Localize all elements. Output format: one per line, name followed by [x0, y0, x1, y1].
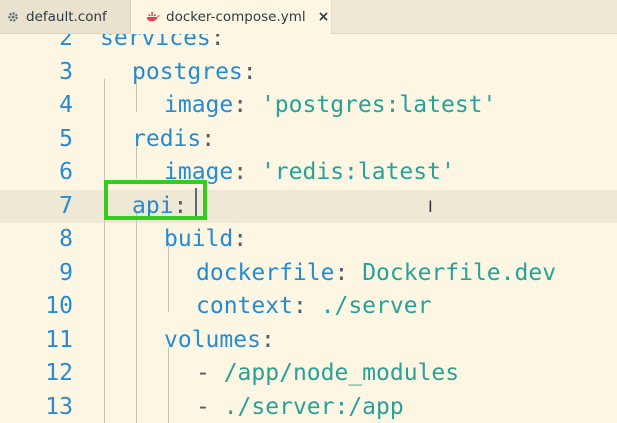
code-token: volumes [164, 326, 261, 353]
code-text: dockerfile: Dockerfile.dev [196, 257, 556, 291]
code-text: - /app/node_modules [196, 357, 459, 391]
close-icon[interactable]: × [318, 9, 330, 25]
line-number: 8 [59, 226, 73, 252]
ibeam-cursor-icon: I [428, 197, 433, 216]
tab-docker-compose[interactable]: docker-compose.yml × [131, 0, 332, 34]
code-token: : [233, 159, 261, 185]
code-token: Dockerfile.dev [362, 259, 557, 286]
code-token: - [196, 360, 224, 386]
indent-guide [168, 246, 169, 312]
code-line[interactable]: 4 image: 'postgres:latest' [0, 89, 617, 123]
code-token: services [100, 34, 211, 51]
code-token: context [196, 293, 293, 319]
code-token: redis [132, 125, 202, 152]
tab-default-conf[interactable]: default.conf [0, 0, 131, 33]
code-token: : [242, 58, 257, 85]
text-cursor [195, 188, 197, 216]
code-token: 'redis:latest' [260, 159, 455, 185]
line-number: 9 [59, 259, 73, 286]
code-token: /app/node_modules [223, 360, 460, 386]
code-text: build: [164, 223, 247, 257]
code-token: image [164, 92, 234, 118]
code-line[interactable]: 8 build: [0, 223, 617, 257]
docker-whale-icon [146, 10, 160, 24]
indent-guide [136, 146, 137, 179]
code-token: : [210, 34, 225, 51]
code-text: redis: [132, 123, 215, 157]
code-text: volumes: [164, 324, 275, 358]
code-token: dockerfile [196, 259, 335, 286]
indent-guide [168, 347, 169, 423]
code-line[interactable]: 13 - ./server:/app [0, 391, 617, 423]
code-text: services: [100, 34, 225, 56]
line-number: 13 [45, 393, 73, 420]
line-number: 6 [59, 159, 73, 185]
code-text: context: ./server [196, 290, 431, 324]
gear-icon [6, 10, 20, 24]
code-line[interactable]: 11 volumes: [0, 324, 617, 358]
code-text: image: 'postgres:latest' [164, 89, 496, 123]
code-token: : [233, 92, 261, 118]
code-text: image: 'redis:latest' [164, 156, 455, 190]
tab-label: docker-compose.yml [166, 9, 306, 25]
line-number: 7 [59, 192, 73, 219]
indent-guide [104, 79, 105, 423]
code-text: - ./server:/app [196, 391, 404, 423]
indent-guide [136, 79, 137, 112]
highlight-box [104, 180, 207, 220]
line-number: 3 [59, 58, 73, 85]
line-number: 5 [59, 125, 73, 152]
code-text: postgres: [132, 56, 257, 90]
code-line[interactable]: 2 services: [0, 34, 617, 56]
code-token: : [334, 259, 363, 286]
tab-label: default.conf [26, 8, 107, 25]
indent-guide [136, 213, 137, 423]
code-line[interactable]: 10 context: ./server [0, 290, 617, 324]
line-number: 4 [59, 92, 73, 118]
code-line[interactable]: 5 redis: [0, 123, 617, 157]
line-number: 12 [45, 360, 73, 386]
code-token: : [260, 326, 275, 353]
code-token: ./server [320, 293, 432, 319]
code-line[interactable]: 9 dockerfile: Dockerfile.dev [0, 257, 617, 291]
code-token: - [196, 393, 224, 420]
line-number: 10 [45, 293, 73, 319]
code-line[interactable]: 6 image: 'redis:latest' [0, 156, 617, 190]
code-editor[interactable]: 13- ./server:/app 12- /app/node_modules 11… [0, 34, 617, 423]
code-token: : [292, 293, 321, 319]
code-token: build [164, 226, 234, 252]
code-token: ./server:/app [223, 393, 404, 420]
code-token: : [201, 125, 216, 152]
code-token: 'postgres:latest' [260, 92, 497, 118]
code-token: : [233, 226, 248, 252]
line-number: 11 [45, 326, 73, 353]
code-line[interactable]: 12 - /app/node_modules [0, 357, 617, 391]
code-token: postgres [132, 58, 243, 85]
tab-bar: default.conf docker-compose.yml × [0, 0, 617, 34]
code-line[interactable]: 7 api: [0, 189, 617, 223]
code-line[interactable]: 3 postgres: [0, 56, 617, 90]
line-number: 2 [59, 34, 73, 51]
